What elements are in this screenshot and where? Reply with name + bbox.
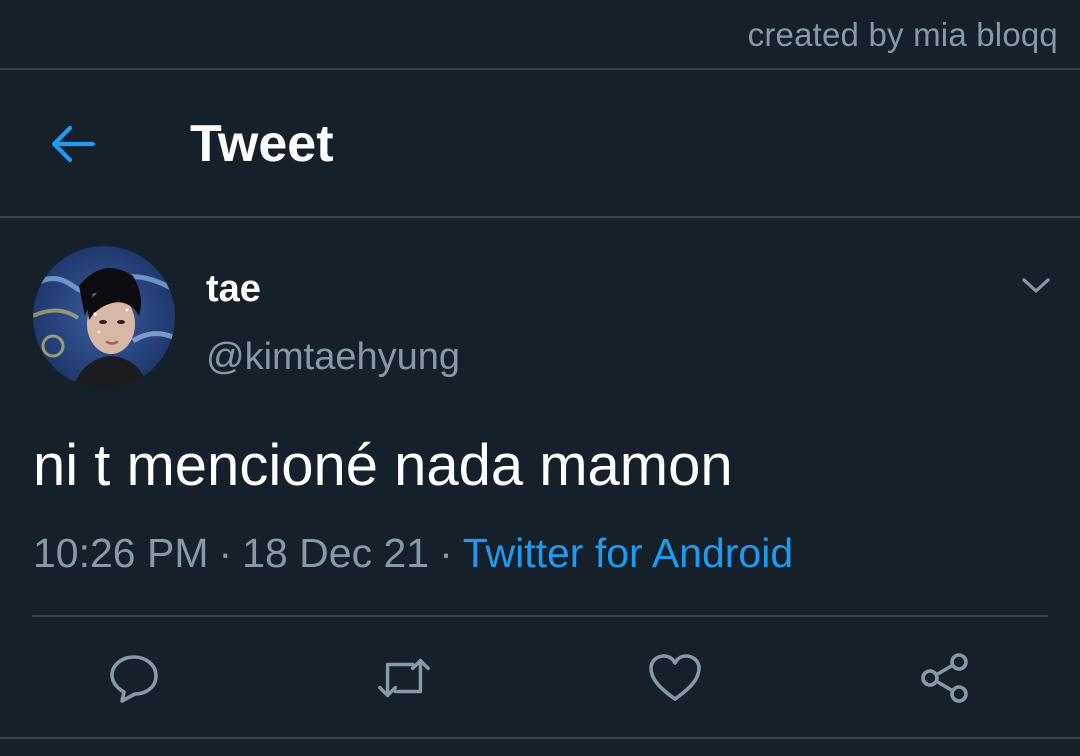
avatar[interactable] — [33, 246, 175, 388]
user-handle[interactable]: @kimtaehyung — [206, 336, 460, 379]
tweet-time: 10:26 PM — [33, 530, 209, 576]
tweet-date: 18 Dec 21 — [242, 530, 430, 576]
watermark: created by mia bloqq — [747, 16, 1058, 53]
retweet-icon — [378, 658, 430, 698]
arrow-left-icon — [51, 125, 95, 163]
back-button[interactable] — [40, 112, 104, 176]
tweet-menu-button[interactable] — [1014, 264, 1058, 308]
tweet-detail-screen: created by mia bloqq Tweet tae @kimtaehy… — [0, 0, 1080, 756]
heart-icon — [649, 654, 701, 701]
retweet-button[interactable] — [376, 650, 432, 706]
page-title: Tweet — [190, 115, 334, 173]
reply-button[interactable] — [106, 650, 162, 706]
divider — [32, 615, 1048, 617]
share-icon — [921, 653, 968, 703]
divider — [0, 68, 1080, 70]
display-name[interactable]: tae — [206, 268, 261, 311]
divider — [0, 737, 1080, 739]
meta-separator: · — [218, 530, 233, 576]
tweet-text: ni t mencioné nada mamon — [33, 433, 733, 498]
tweet-source-link[interactable]: Twitter for Android — [463, 530, 793, 576]
divider — [0, 216, 1080, 218]
like-button[interactable] — [647, 650, 703, 706]
chevron-down-icon — [1022, 278, 1050, 293]
profile-photo — [33, 246, 175, 388]
meta-separator: · — [439, 530, 453, 576]
tweet-metadata: 10:26 PM · 18 Dec 21 · Twitter for Android — [33, 530, 793, 577]
comment-icon — [110, 655, 158, 703]
share-button[interactable] — [917, 650, 973, 706]
